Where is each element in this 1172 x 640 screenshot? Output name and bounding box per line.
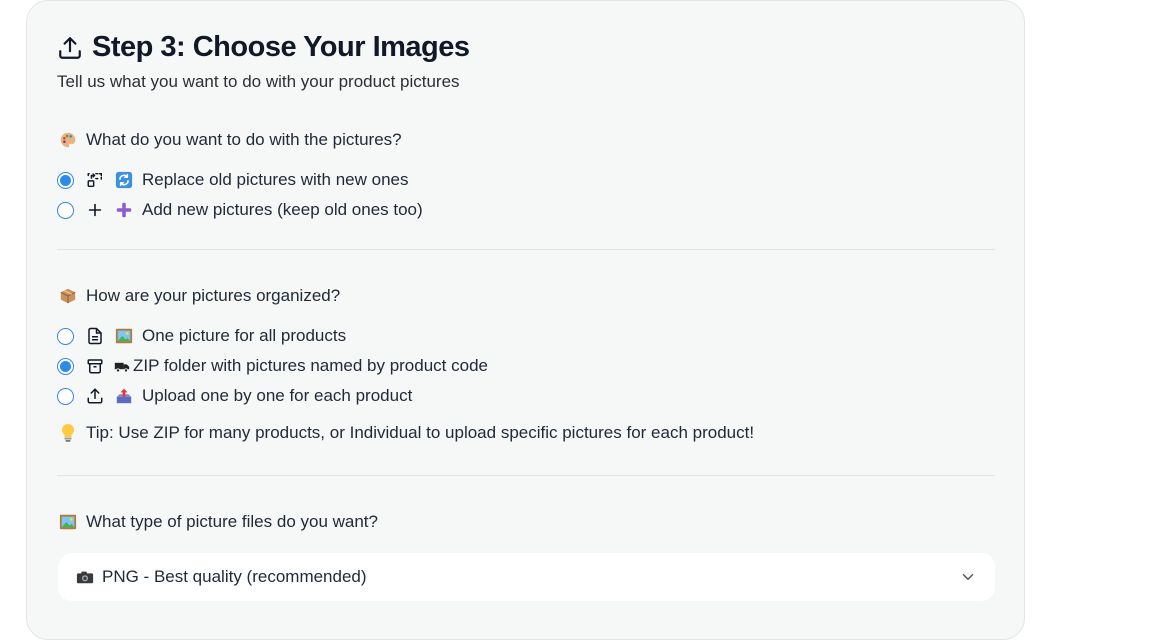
radio-upload-individual[interactable]	[57, 387, 74, 405]
option-single-picture[interactable]: One picture for all products	[57, 325, 346, 347]
option-upload-individual-label: Upload one by one for each product	[142, 386, 413, 405]
file-type-selected-value: PNG - Best quality (recommended)	[102, 567, 367, 586]
step-card: Step 3: Choose Your Images Tell us what …	[26, 0, 1025, 640]
framed-picture-icon	[114, 326, 134, 346]
tip-label: Tip: Use ZIP for many products, or Indiv…	[86, 423, 755, 442]
divider	[57, 475, 995, 476]
upload-icon	[57, 35, 83, 61]
file-type-select[interactable]: PNG - Best quality (recommended)	[58, 553, 995, 601]
page-subtitle: Tell us what you want to do with your pr…	[57, 72, 460, 91]
option-zip-folder-label: ZIP folder with pictures named by produc…	[133, 356, 488, 375]
option-add[interactable]: Add new pictures (keep old ones too)	[57, 199, 423, 221]
page-title: Step 3: Choose Your Images	[92, 31, 470, 63]
file-type-question: What type of picture files do you want?	[58, 512, 378, 532]
plus-icon	[85, 200, 105, 220]
option-replace[interactable]: Replace old pictures with new ones	[57, 169, 408, 191]
upload-icon	[85, 386, 105, 406]
camera-icon	[75, 567, 95, 587]
file-type-question-label: What type of picture files do you want?	[86, 512, 378, 531]
action-question-label: What do you want to do with the pictures…	[86, 130, 402, 149]
truck-icon	[114, 356, 130, 376]
radio-single-picture[interactable]	[57, 327, 74, 345]
divider	[57, 249, 995, 250]
package-icon	[58, 286, 78, 306]
light-bulb-icon	[58, 422, 78, 444]
organization-question-label: How are your pictures organized?	[86, 286, 341, 305]
action-question: What do you want to do with the pictures…	[58, 130, 402, 150]
option-upload-individual[interactable]: Upload one by one for each product	[57, 385, 412, 407]
framed-picture-icon	[58, 512, 78, 532]
radio-zip-folder[interactable]	[57, 357, 74, 375]
option-single-picture-label: One picture for all products	[142, 326, 347, 345]
organization-question: How are your pictures organized?	[58, 286, 340, 306]
outbox-tray-icon	[114, 386, 134, 406]
archive-icon	[85, 356, 105, 376]
arrows-cycle-icon	[114, 170, 134, 190]
option-replace-label: Replace old pictures with new ones	[142, 170, 409, 189]
option-zip-folder[interactable]: ZIP folder with pictures named by produc…	[57, 355, 488, 377]
option-add-label: Add new pictures (keep old ones too)	[142, 200, 423, 219]
radio-add[interactable]	[57, 201, 74, 219]
chevron-down-icon[interactable]	[959, 568, 977, 586]
radio-replace[interactable]	[57, 171, 74, 189]
plus-emoji-icon	[114, 200, 134, 220]
replace-icon	[85, 170, 105, 190]
file-icon	[85, 326, 105, 346]
step-header: Step 3: Choose Your Images	[57, 31, 470, 64]
palette-icon	[58, 130, 78, 150]
tip-text: Tip: Use ZIP for many products, or Indiv…	[58, 422, 754, 444]
